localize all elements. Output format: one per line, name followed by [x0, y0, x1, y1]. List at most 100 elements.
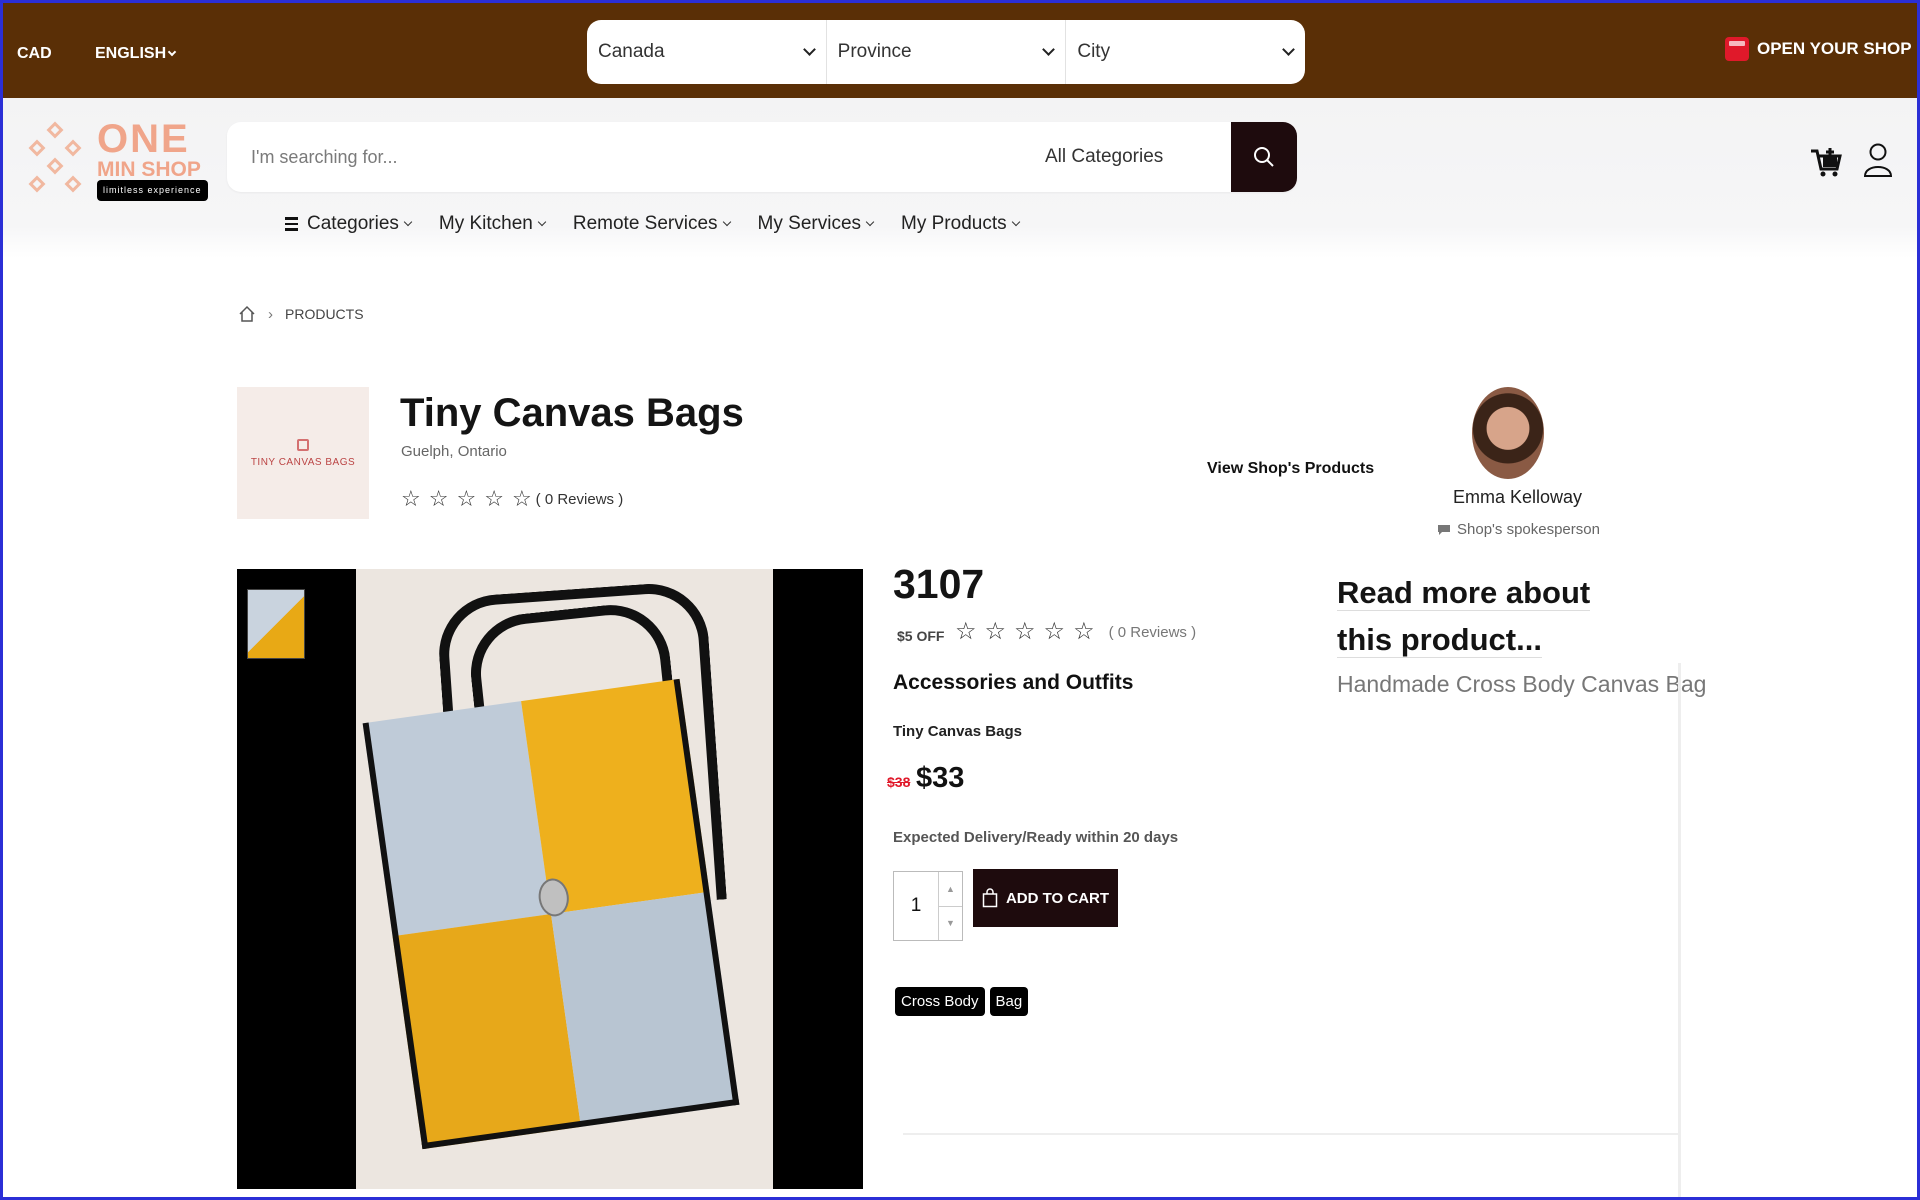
page-frame: CAD ENGLISH Canada Province City OPEN YO…	[0, 0, 1920, 1200]
chevron-down-icon	[1282, 43, 1295, 56]
star-icon: ☆	[428, 486, 449, 511]
shop-logo-mark-icon	[297, 438, 309, 451]
menu-item-my-kitchen[interactable]: My Kitchen	[439, 213, 547, 235]
site-header: ONE MIN SHOP limitless experience All Ca…	[3, 98, 1917, 258]
quantity-increase-button[interactable]: ▲	[939, 872, 962, 907]
logo-text: ONE MIN SHOP limitless experience	[97, 119, 208, 201]
menu-item-label: Categories	[307, 213, 399, 234]
language-selector[interactable]: ENGLISH	[95, 45, 177, 63]
logo-mark-icon	[25, 120, 91, 200]
product-gallery	[237, 569, 863, 1189]
province-select[interactable]: Province	[827, 20, 1067, 84]
tag[interactable]: Cross Body	[895, 987, 985, 1016]
shop-icon	[1725, 37, 1749, 61]
open-shop-label: OPEN YOUR SHOP	[1757, 39, 1912, 58]
divider	[1678, 663, 1681, 1197]
quantity-buttons: ▲ ▼	[938, 872, 962, 940]
language-label: ENGLISH	[95, 45, 167, 62]
menu-item-remote-services[interactable]: Remote Services	[572, 213, 731, 235]
spokesperson-role[interactable]: Shop's spokesperson	[1437, 521, 1600, 538]
product-rating: ☆ ☆ ☆ ☆ ☆ ( 0 Reviews )	[955, 620, 1196, 644]
discount-badge: $5 OFF	[897, 628, 945, 644]
view-shop-products-link[interactable]: View Shop's Products	[1207, 460, 1374, 478]
add-to-cart-label: ADD TO CART	[1005, 889, 1110, 907]
star-icon[interactable]: ☆	[1014, 620, 1036, 644]
chevron-down-icon	[403, 217, 413, 227]
avatar	[1472, 387, 1544, 479]
menu-item-label: My Products	[901, 213, 1007, 234]
currency-selector[interactable]: CAD	[17, 45, 52, 63]
city-select[interactable]: City	[1066, 20, 1305, 84]
star-icon: ☆	[401, 486, 421, 511]
location-selector-bar: Canada Province City	[587, 20, 1305, 84]
read-more-heading[interactable]: Read more about this product...	[1337, 569, 1627, 663]
chevron-down-icon	[865, 217, 875, 227]
menu-item-my-products[interactable]: My Products	[901, 213, 1020, 235]
menu-item-my-services[interactable]: My Services	[757, 213, 875, 235]
logo-line-1: ONE	[97, 117, 190, 161]
star-icon: ☆	[456, 486, 477, 511]
breadcrumb-current[interactable]: PRODUCTS	[285, 306, 364, 322]
chevron-down-icon	[802, 43, 816, 56]
star-icon: ☆	[484, 486, 504, 511]
top-bar: CAD ENGLISH Canada Province City OPEN YO…	[3, 3, 1917, 98]
tag[interactable]: Bag	[989, 987, 1029, 1016]
spokesperson-name: Emma Kelloway	[1453, 487, 1583, 507]
shop-logo[interactable]: TINY CANVAS BAGS	[237, 387, 369, 519]
add-to-cart-button[interactable]: ADD TO CART	[973, 869, 1118, 927]
quantity-stepper: 1 ▲ ▼	[893, 871, 963, 941]
search-icon	[1254, 147, 1274, 167]
search-bar: All Categories	[227, 122, 1297, 192]
quantity-input[interactable]: 1	[894, 872, 938, 940]
spokesperson-role-label: Shop's spokesperson	[1457, 521, 1600, 538]
site-logo[interactable]: ONE MIN SHOP limitless experience	[25, 119, 219, 201]
product-main-image[interactable]	[356, 569, 773, 1189]
main-menu: Categories My Kitchen Remote Services My…	[285, 213, 1020, 235]
menu-icon	[285, 217, 298, 231]
current-price: $33	[916, 762, 965, 794]
breadcrumb-separator: ›	[268, 305, 273, 323]
old-price: $38	[887, 774, 911, 790]
shop-rating: ☆ ☆ ☆ ☆ ☆ ( 0 Reviews )	[401, 488, 623, 510]
star-icon[interactable]: ☆	[1044, 620, 1066, 644]
cart-icon[interactable]	[1809, 145, 1843, 179]
chevron-down-icon	[537, 217, 547, 227]
province-value: Province	[837, 41, 912, 62]
quantity-decrease-button[interactable]: ▼	[939, 907, 962, 941]
product-code: 3107	[893, 561, 985, 607]
search-button[interactable]	[1231, 122, 1297, 192]
product-shop-name[interactable]: Tiny Canvas Bags	[893, 723, 1022, 740]
search-input[interactable]	[227, 122, 1031, 192]
logo-tagline: limitless experience	[97, 180, 208, 201]
chat-icon	[1438, 524, 1450, 535]
breadcrumb: › PRODUCTS	[238, 305, 364, 323]
chevron-down-icon	[722, 217, 731, 227]
shop-location: Guelph, Ontario	[401, 443, 507, 460]
country-select[interactable]: Canada	[587, 20, 827, 84]
user-icon[interactable]	[1863, 142, 1893, 178]
home-icon[interactable]	[238, 305, 256, 323]
divider	[903, 1133, 1681, 1135]
star-icon[interactable]: ☆	[1073, 620, 1095, 644]
city-value: City	[1077, 41, 1111, 62]
menu-item-categories[interactable]: Categories	[285, 213, 413, 235]
bag-illustration	[362, 678, 740, 1150]
read-more-label: Read more about this product...	[1337, 575, 1591, 658]
open-your-shop-link[interactable]: OPEN YOUR SHOP	[1725, 37, 1912, 61]
logo-line-2: MIN SHOP	[97, 158, 201, 181]
delivery-info: Expected Delivery/Ready within 20 days	[893, 829, 1179, 846]
product-thumbnail[interactable]	[247, 589, 305, 659]
chevron-down-icon	[167, 47, 177, 57]
star-icon[interactable]: ☆	[985, 620, 1007, 644]
star-icon[interactable]: ☆	[955, 620, 977, 644]
chevron-down-icon	[1011, 217, 1020, 227]
menu-item-label: My Services	[757, 213, 862, 234]
menu-item-label: Remote Services	[572, 213, 718, 234]
product-description: Handmade Cross Body Canvas Bag	[1337, 671, 1707, 697]
product-reviews-count[interactable]: ( 0 Reviews )	[1109, 624, 1197, 641]
country-value: Canada	[598, 41, 665, 62]
search-category-select[interactable]: All Categories	[1031, 146, 1231, 168]
shop-reviews-count[interactable]: ( 0 Reviews )	[536, 491, 624, 508]
chevron-down-icon	[1042, 43, 1056, 56]
product-category[interactable]: Accessories and Outfits	[893, 671, 1133, 695]
